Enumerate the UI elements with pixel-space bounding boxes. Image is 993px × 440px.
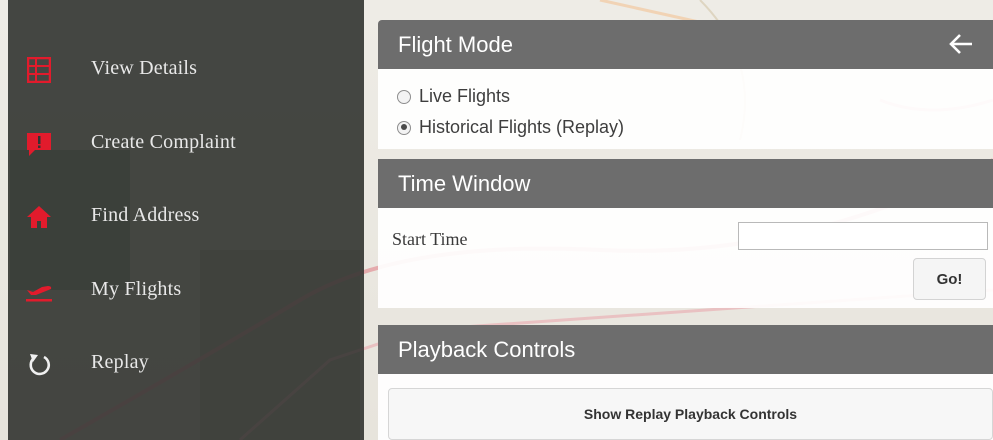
airplane-icon bbox=[24, 276, 54, 306]
details-grid-icon bbox=[24, 55, 54, 85]
sidebar-item-label: Create Complaint bbox=[91, 131, 236, 153]
complaint-flag-icon bbox=[24, 129, 54, 159]
time-window-body: Start Time Go! bbox=[378, 208, 993, 308]
sidebar-item-replay[interactable]: Replay bbox=[8, 341, 364, 391]
sidebar-item-create-complaint[interactable]: Create Complaint bbox=[8, 121, 364, 171]
live-flights-label: Live Flights bbox=[419, 86, 511, 106]
control-panel: Flight Mode Live Flights Historical Flig… bbox=[378, 0, 993, 440]
start-time-label: Start Time bbox=[392, 229, 468, 249]
sidebar-item-label: Replay bbox=[91, 351, 149, 373]
live-flights-option[interactable]: Live Flights bbox=[397, 86, 510, 107]
live-flights-radio[interactable] bbox=[397, 89, 411, 104]
home-icon bbox=[24, 202, 54, 232]
sidebar-item-label: View Details bbox=[91, 57, 198, 79]
sidebar-item-label: My Flights bbox=[91, 278, 182, 300]
sidebar-item-view-details[interactable]: View Details bbox=[8, 47, 364, 97]
sidebar-item-find-address[interactable]: Find Address bbox=[8, 194, 364, 244]
start-time-input[interactable] bbox=[738, 222, 988, 250]
sidebar-item-label: Find Address bbox=[91, 204, 200, 226]
show-replay-controls-button[interactable]: Show Replay Playback Controls bbox=[388, 388, 993, 440]
playback-controls-header: Playback Controls bbox=[378, 325, 993, 374]
sidebar-item-my-flights[interactable]: My Flights bbox=[8, 268, 364, 318]
time-window-header: Time Window bbox=[378, 159, 993, 208]
time-window-title: Time Window bbox=[398, 170, 531, 196]
playback-controls-title: Playback Controls bbox=[398, 336, 576, 362]
sidebar-menu: View Details Create Complaint Find Addre… bbox=[8, 0, 364, 440]
flight-mode-header: Flight Mode bbox=[378, 20, 993, 69]
historical-flights-option[interactable]: Historical Flights (Replay) bbox=[397, 117, 624, 138]
playback-controls-body: Show Replay Playback Controls bbox=[378, 374, 993, 440]
replay-icon bbox=[24, 349, 54, 379]
flight-mode-title: Flight Mode bbox=[398, 31, 513, 57]
historical-flights-radio[interactable] bbox=[397, 120, 411, 135]
historical-flights-label: Historical Flights (Replay) bbox=[419, 117, 625, 137]
flight-mode-body: Live Flights Historical Flights (Replay) bbox=[378, 69, 993, 149]
go-button[interactable]: Go! bbox=[913, 258, 986, 300]
back-arrow-icon[interactable] bbox=[947, 30, 975, 58]
